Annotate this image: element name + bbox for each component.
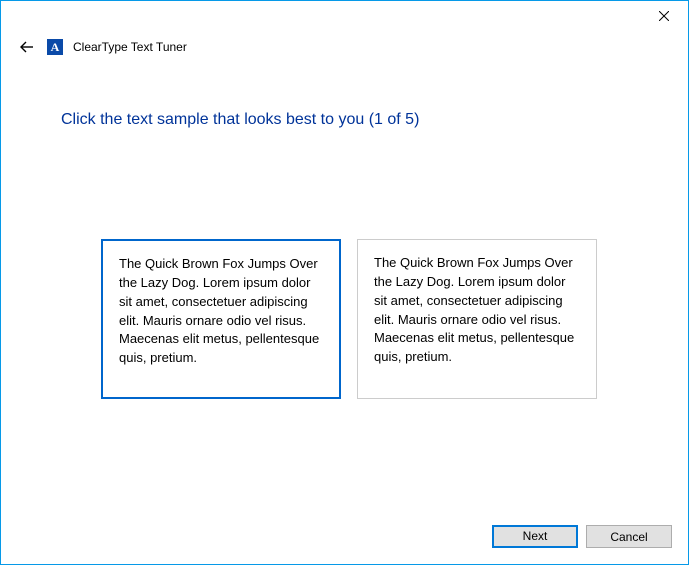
sample-text: The Quick Brown Fox Jumps Over the Lazy … bbox=[119, 256, 319, 365]
text-sample-1[interactable]: The Quick Brown Fox Jumps Over the Lazy … bbox=[101, 239, 341, 399]
title-bar bbox=[1, 1, 688, 31]
cancel-button[interactable]: Cancel bbox=[586, 525, 672, 548]
footer-buttons: Next Cancel bbox=[1, 513, 688, 564]
back-button[interactable] bbox=[17, 37, 37, 57]
window-frame: A ClearType Text Tuner Click the text sa… bbox=[0, 0, 689, 565]
header-row: A ClearType Text Tuner bbox=[1, 31, 688, 61]
app-title: ClearType Text Tuner bbox=[73, 40, 187, 54]
app-icon: A bbox=[47, 39, 63, 55]
close-icon bbox=[659, 11, 669, 21]
content-area: Click the text sample that looks best to… bbox=[1, 61, 688, 513]
sample-row: The Quick Brown Fox Jumps Over the Lazy … bbox=[61, 239, 628, 399]
page-heading: Click the text sample that looks best to… bbox=[61, 111, 628, 129]
text-sample-2[interactable]: The Quick Brown Fox Jumps Over the Lazy … bbox=[357, 239, 597, 399]
back-arrow-icon bbox=[19, 39, 35, 55]
svg-text:A: A bbox=[51, 40, 60, 54]
close-button[interactable] bbox=[644, 2, 684, 30]
sample-text: The Quick Brown Fox Jumps Over the Lazy … bbox=[374, 255, 574, 364]
next-button[interactable]: Next bbox=[492, 525, 578, 548]
